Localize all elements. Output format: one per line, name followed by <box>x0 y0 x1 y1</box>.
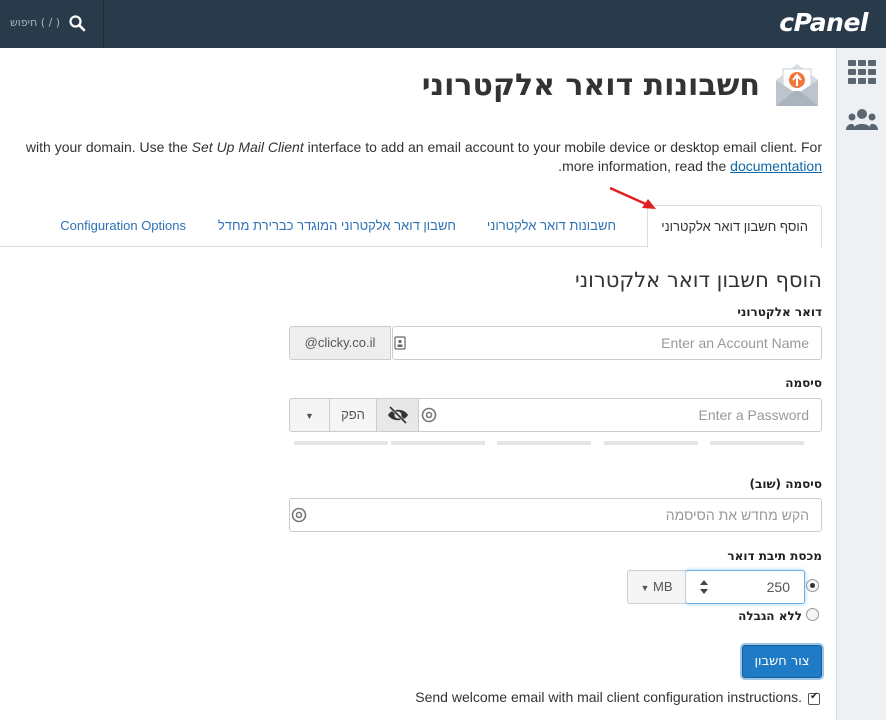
tab-add-email-account[interactable]: הוסף חשבון דואר אלקטרוני <box>647 205 822 248</box>
form-title: הוסף חשבון דואר אלקטרוני <box>575 268 822 292</box>
password-strength-segment <box>294 441 388 445</box>
quota-unit-dropdown[interactable]: ▼ MB <box>627 570 686 604</box>
documentation-link[interactable]: documentation <box>730 158 822 174</box>
quota-label: מכסת תיבת דואר <box>727 549 822 563</box>
password-again-input[interactable] <box>290 499 821 531</box>
welcome-email-label: Send welcome email with mail client conf… <box>415 689 802 705</box>
generate-password-button[interactable]: הפק <box>329 398 377 432</box>
page-header: חשבונות דואר אלקטרוני <box>422 60 822 110</box>
email-field[interactable] <box>392 326 822 360</box>
tab-configuration-options[interactable]: Configuration Options <box>60 205 186 247</box>
page-title: חשבונות דואר אלקטרוני <box>421 67 760 103</box>
tab-bar: הוסף חשבון דואר אלקטרוני חשבונות דואר אל… <box>0 205 822 248</box>
cpanel-logo[interactable]: cPanel <box>779 8 868 37</box>
password-again-field[interactable] <box>289 498 822 532</box>
eye-slash-icon <box>387 405 408 425</box>
welcome-email-checkbox[interactable] <box>808 691 820 705</box>
unlimited-label: ללא הגבלה <box>738 609 802 623</box>
quota-unlimited-radio[interactable] <box>806 608 819 621</box>
password-strength-segment <box>391 441 485 445</box>
lifebuoy-icon <box>421 407 437 423</box>
password-strength-segment <box>604 441 698 445</box>
search-box[interactable]: חיפוש ( / ) <box>0 0 104 48</box>
password-field[interactable] <box>418 398 822 432</box>
quota-limited-radio[interactable] <box>806 579 819 592</box>
password-strength-segment <box>710 441 804 445</box>
lifebuoy-icon <box>291 507 307 523</box>
toggle-password-visibility-button[interactable] <box>376 398 419 432</box>
email-input[interactable] <box>393 327 821 359</box>
annotation-arrow <box>609 186 656 209</box>
email-label: דואר אלקטרוני <box>737 305 822 319</box>
grid-icon[interactable] <box>846 58 878 86</box>
caret-down-icon: ▼ <box>640 583 650 593</box>
right-sidebar <box>836 48 886 720</box>
id-card-icon <box>394 336 406 350</box>
password-label: סיסמה <box>785 376 822 390</box>
search-label: חיפוש ( / ) <box>10 16 61 29</box>
main-content: חשבונות דואר אלקטרוני with your domain. … <box>0 48 836 720</box>
users-icon[interactable] <box>846 106 878 134</box>
password-input[interactable] <box>419 399 821 431</box>
password-strength-segment <box>497 441 591 445</box>
generate-options-dropdown[interactable]: ▼ <box>289 398 330 432</box>
top-bar: חיפוש ( / ) cPanel <box>0 0 886 48</box>
domain-addon[interactable]: @clicky.co.il <box>289 326 391 360</box>
intro-text: with your domain. Use the Set Up Mail Cl… <box>25 139 822 174</box>
tab-email-accounts[interactable]: חשבונות דואר אלקטרוני <box>487 205 616 247</box>
email-envelope-icon <box>776 64 818 106</box>
password-again-label: סיסמה (שוב) <box>749 477 822 491</box>
search-icon[interactable] <box>68 14 86 32</box>
spinner-arrows-icon[interactable] <box>699 579 709 595</box>
quota-unit: MB <box>653 579 673 594</box>
tab-default-email-account[interactable]: חשבון דואר אלקטרוני המוגדר כברירת מחדל <box>218 205 456 247</box>
caret-down-icon: ▼ <box>305 411 314 421</box>
create-account-button[interactable]: צור חשבון <box>742 645 822 678</box>
